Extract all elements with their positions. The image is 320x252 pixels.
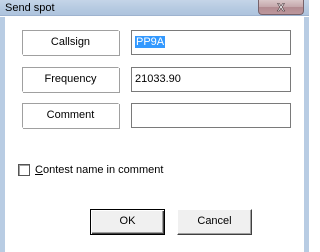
callsign-label: Callsign [22, 30, 119, 55]
dialog-client-area: Callsign PP9A Frequency 21033.90 Comment… [5, 17, 304, 252]
send-spot-dialog: Send spot X Callsign PP9A Frequency 2103… [0, 0, 309, 252]
contest-name-checkbox[interactable] [18, 164, 30, 176]
comment-label: Comment [22, 103, 119, 128]
ok-button[interactable]: OK [90, 209, 165, 235]
comment-input[interactable] [131, 103, 291, 128]
frequency-input[interactable]: 21033.90 [131, 67, 291, 92]
close-glyph: X [277, 2, 285, 14]
contest-name-checkbox-label[interactable]: Contest name in comment [35, 162, 163, 178]
window-title: Send spot [5, 2, 55, 14]
callsign-value: PP9A [135, 36, 166, 48]
close-icon: X [277, 2, 286, 14]
cancel-button[interactable]: Cancel [177, 209, 252, 235]
checkbox-label-text: ontest name in comment [42, 164, 164, 176]
callsign-input[interactable]: PP9A [131, 30, 291, 55]
frequency-label: Frequency [22, 67, 119, 92]
title-bar[interactable]: Send spot X [0, 0, 309, 16]
frequency-value: 21033.90 [135, 73, 181, 85]
checkbox-label-accelerator: C [35, 164, 43, 176]
close-button[interactable]: X [258, 0, 304, 15]
